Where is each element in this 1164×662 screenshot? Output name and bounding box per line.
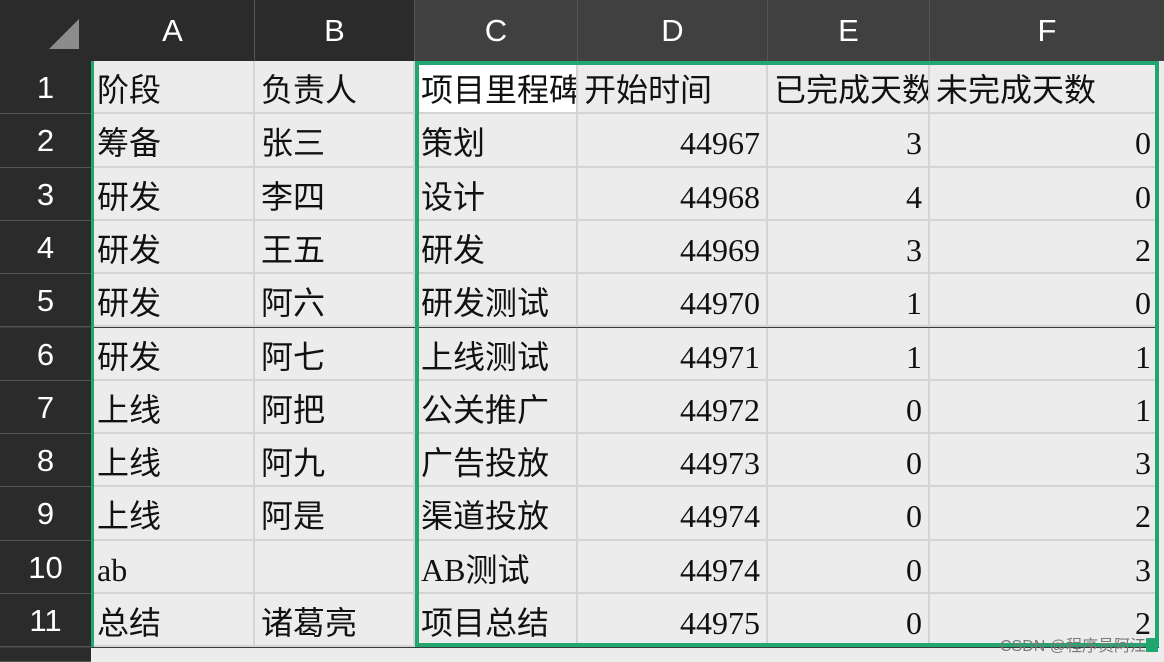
- cell-c3[interactable]: 设计: [415, 167, 578, 221]
- cell-c10[interactable]: AB测试: [415, 540, 578, 594]
- column-header-d[interactable]: D: [578, 0, 768, 61]
- cell-a11[interactable]: 总结: [91, 594, 255, 648]
- cell-c5[interactable]: 研发测试: [415, 274, 578, 328]
- cell-g-partial[interactable]: [1159, 61, 1164, 648]
- header-cell-d[interactable]: 开始时间: [578, 61, 768, 115]
- cell-f8[interactable]: 3: [930, 434, 1159, 488]
- row-header-11[interactable]: 11: [0, 594, 91, 648]
- row-header-7[interactable]: 7: [0, 380, 91, 435]
- column-a-highlight-line: [91, 61, 94, 647]
- cell-e10[interactable]: 0: [768, 540, 930, 594]
- cell-f6[interactable]: 1: [930, 327, 1159, 381]
- cell-d8[interactable]: 44973: [578, 434, 768, 488]
- cell-a4[interactable]: 研发: [91, 220, 255, 275]
- cell-c4[interactable]: 研发: [415, 220, 578, 275]
- cell-d10[interactable]: 44974: [578, 540, 768, 594]
- cell-b4[interactable]: 王五: [255, 220, 415, 275]
- cell-e6[interactable]: 1: [768, 327, 930, 381]
- cell-c9[interactable]: 渠道投放: [415, 487, 578, 541]
- row-header-10[interactable]: 10: [0, 540, 91, 594]
- cell-b3[interactable]: 李四: [255, 167, 415, 221]
- cell-e3[interactable]: 4: [768, 167, 930, 221]
- column-header-a[interactable]: A: [91, 0, 255, 61]
- row-header-1[interactable]: 1: [0, 61, 91, 115]
- cell-b11[interactable]: 诸葛亮: [255, 594, 415, 648]
- cell-d11[interactable]: 44975: [578, 594, 768, 648]
- select-all-corner[interactable]: [0, 0, 91, 61]
- cell-d2[interactable]: 44967: [578, 114, 768, 168]
- cell-e8[interactable]: 0: [768, 434, 930, 488]
- header-cell-e[interactable]: 已完成天数: [768, 61, 930, 115]
- row-header-8[interactable]: 8: [0, 434, 91, 488]
- cell-f5[interactable]: 0: [930, 274, 1159, 328]
- row-header-6[interactable]: 6: [0, 327, 91, 381]
- cell-a6[interactable]: 研发: [91, 327, 255, 381]
- row-header-4[interactable]: 4: [0, 220, 91, 275]
- row-header-9[interactable]: 9: [0, 487, 91, 541]
- fill-handle[interactable]: [1146, 638, 1158, 652]
- cell-f2[interactable]: 0: [930, 114, 1159, 168]
- column-header-b[interactable]: B: [255, 0, 415, 61]
- select-all-triangle-icon: [49, 19, 79, 49]
- row-header-3[interactable]: 3: [0, 167, 91, 221]
- cell-e4[interactable]: 3: [768, 220, 930, 275]
- cell-d5[interactable]: 44970: [578, 274, 768, 328]
- row-header-12-partial: [0, 648, 91, 662]
- cell-d7[interactable]: 44972: [578, 380, 768, 435]
- cell-b9[interactable]: 阿是: [255, 487, 415, 541]
- cell-b10[interactable]: [255, 540, 415, 594]
- cell-b7[interactable]: 阿把: [255, 380, 415, 435]
- cell-f10[interactable]: 3: [930, 540, 1159, 594]
- cell-b2[interactable]: 张三: [255, 114, 415, 168]
- row-header-2[interactable]: 2: [0, 114, 91, 168]
- cell-b8[interactable]: 阿九: [255, 434, 415, 488]
- cell-d6[interactable]: 44971: [578, 327, 768, 381]
- header-cell-b[interactable]: 负责人: [255, 61, 415, 115]
- cell-f4[interactable]: 2: [930, 220, 1159, 275]
- column-header-e[interactable]: E: [768, 0, 930, 61]
- cell-d3[interactable]: 44968: [578, 167, 768, 221]
- cell-c2[interactable]: 策划: [415, 114, 578, 168]
- column-header-c[interactable]: C: [415, 0, 578, 61]
- cell-a8[interactable]: 上线: [91, 434, 255, 488]
- cell-c11[interactable]: 项目总结: [415, 594, 578, 648]
- cell-a10[interactable]: ab: [91, 540, 255, 594]
- cell-b5[interactable]: 阿六: [255, 274, 415, 328]
- cell-d4[interactable]: 44969: [578, 220, 768, 275]
- header-cell-a[interactable]: 阶段: [91, 61, 255, 115]
- cell-e2[interactable]: 3: [768, 114, 930, 168]
- cell-a5[interactable]: 研发: [91, 274, 255, 328]
- cell-c8[interactable]: 广告投放: [415, 434, 578, 488]
- cell-d9[interactable]: 44974: [578, 487, 768, 541]
- cell-f7[interactable]: 1: [930, 380, 1159, 435]
- column-header-f[interactable]: F: [930, 0, 1164, 61]
- cell-a9[interactable]: 上线: [91, 487, 255, 541]
- cell-a3[interactable]: 研发: [91, 167, 255, 221]
- header-cell-f[interactable]: 未完成天数: [930, 61, 1159, 115]
- cell-e9[interactable]: 0: [768, 487, 930, 541]
- watermark: CSDN @程序员阿江: [999, 638, 1146, 655]
- cell-a2[interactable]: 筹备: [91, 114, 255, 168]
- row-header-5[interactable]: 5: [0, 274, 91, 328]
- cell-e5[interactable]: 1: [768, 274, 930, 328]
- cell-c7[interactable]: 公关推广: [415, 380, 578, 435]
- cell-f9[interactable]: 2: [930, 487, 1159, 541]
- cell-e11[interactable]: 0: [768, 594, 930, 648]
- cell-a7[interactable]: 上线: [91, 380, 255, 435]
- spreadsheet: A B C D E F 1 2 3 4 5 6 7 8 9 10 11 阶段 负责人 项目里程碑 开始时间…: [0, 0, 1164, 662]
- cell-f3[interactable]: 0: [930, 167, 1159, 221]
- cell-b6[interactable]: 阿七: [255, 327, 415, 381]
- cell-c6[interactable]: 上线测试: [415, 327, 578, 381]
- cell-e7[interactable]: 0: [768, 380, 930, 435]
- header-cell-c[interactable]: 项目里程碑: [415, 61, 578, 115]
